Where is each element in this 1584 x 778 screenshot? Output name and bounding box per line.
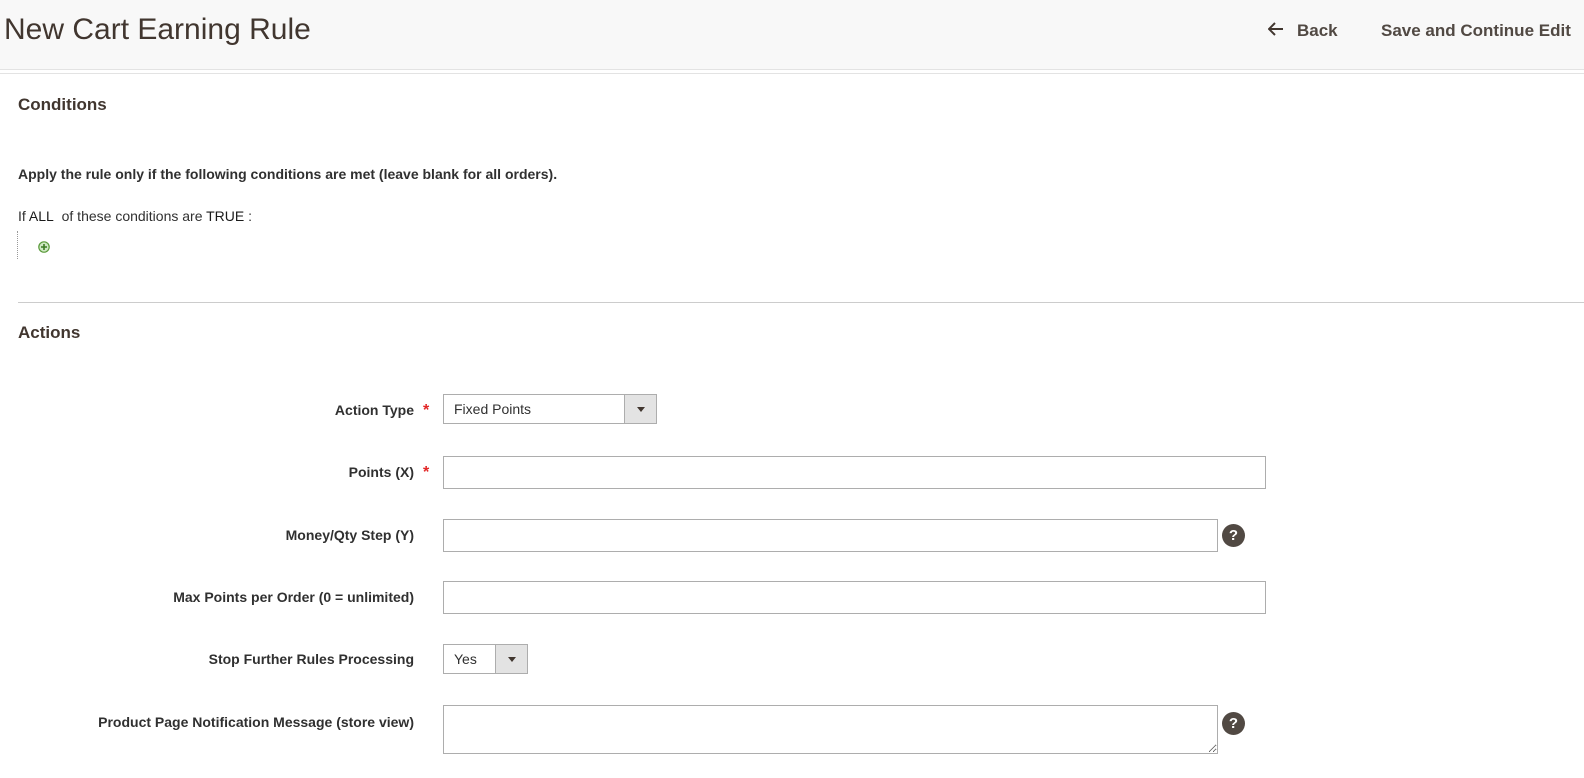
actions-title: Actions: [18, 323, 81, 342]
back-button[interactable]: Back: [1267, 18, 1338, 44]
condition-aggregator-toggle[interactable]: ALL: [29, 208, 54, 224]
chevron-down-icon: [624, 395, 656, 423]
conditions-title: Conditions: [18, 95, 107, 114]
required-star: *: [423, 464, 430, 481]
help-icon[interactable]: ?: [1222, 524, 1245, 547]
condition-prefix: If: [18, 208, 26, 224]
page-title: New Cart Earning Rule: [4, 13, 311, 46]
points-input[interactable]: [443, 456, 1266, 489]
help-icon[interactable]: ?: [1222, 712, 1245, 735]
back-button-label: Back: [1297, 21, 1338, 40]
condition-aggregator-line: If ALL of these conditions are TRUE :: [18, 208, 252, 224]
arrow-left-icon: [1267, 22, 1284, 40]
action-type-select[interactable]: Fixed Points: [443, 394, 657, 424]
divider: [0, 73, 1584, 74]
money-step-label: Money/Qty Step (Y): [285, 527, 414, 543]
condition-value-toggle[interactable]: TRUE: [206, 208, 244, 224]
stop-processing-selected: Yes: [454, 651, 477, 667]
required-star: *: [423, 402, 430, 419]
conditions-hint: Apply the rule only if the following con…: [18, 166, 558, 182]
chevron-down-icon: [495, 645, 527, 673]
max-points-label: Max Points per Order (0 = unlimited): [173, 589, 414, 605]
max-points-input[interactable]: [443, 581, 1266, 614]
add-condition-icon[interactable]: [38, 240, 50, 253]
save-and-continue-button[interactable]: Save and Continue Edit: [1381, 18, 1571, 44]
action-type-label: Action Type: [334, 402, 414, 418]
notification-label: Product Page Notification Message (store…: [98, 714, 414, 730]
points-label: Points (X): [348, 464, 414, 480]
condition-suffix: :: [248, 208, 253, 224]
section-divider: [18, 302, 1584, 303]
stop-processing-label: Stop Further Rules Processing: [208, 651, 414, 667]
action-type-selected: Fixed Points: [454, 401, 532, 417]
money-step-input[interactable]: [443, 519, 1218, 552]
notification-textarea[interactable]: [443, 705, 1218, 754]
stop-processing-select[interactable]: Yes: [443, 644, 528, 674]
page-header: New Cart Earning Rule Back Save and Cont…: [0, 0, 1584, 70]
condition-middle-text: of these conditions are: [61, 208, 203, 224]
condition-tree-line: [17, 231, 19, 259]
